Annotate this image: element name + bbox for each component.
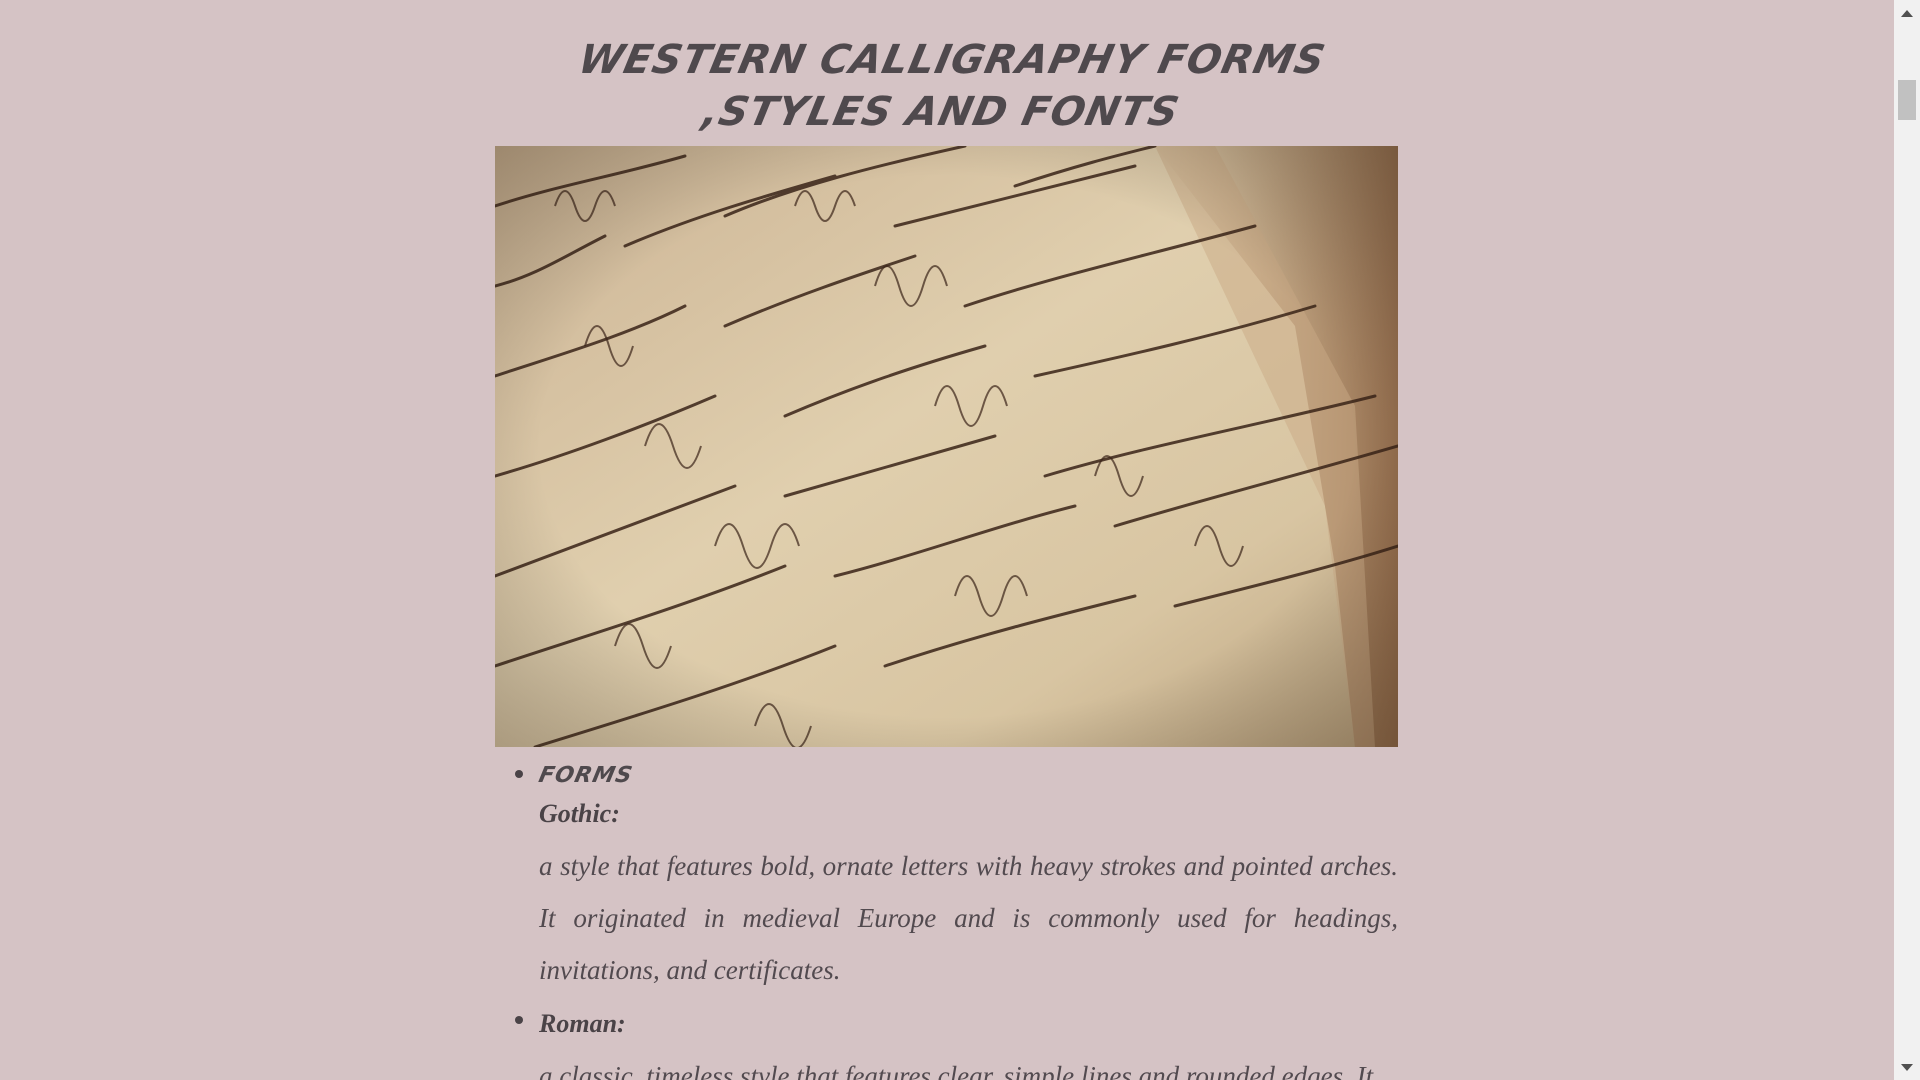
term-label: Roman:: [539, 1009, 626, 1038]
bullet-icon: [515, 1016, 523, 1024]
scroll-thumb[interactable]: [1898, 80, 1916, 120]
page: WESTERN CALLIGRAPHY FORMS ,STYLES AND FO…: [0, 0, 1894, 1080]
term-label: Gothic:: [539, 799, 620, 828]
list-item: FORMS Gothic: a style that features bold…: [515, 758, 1398, 996]
section-heading: FORMS: [536, 763, 636, 788]
sections-list: FORMS Gothic: a style that features bold…: [495, 758, 1398, 1080]
main-content: WESTERN CALLIGRAPHY FORMS ,STYLES AND FO…: [495, 0, 1398, 1080]
handwritten-script-image: [495, 146, 1398, 747]
list-item: Roman: a classic, timeless style that fe…: [515, 1004, 1398, 1080]
bullet-icon: [515, 770, 523, 778]
vertical-scrollbar[interactable]: [1894, 0, 1920, 1080]
arrow-down-icon: [1901, 1063, 1913, 1071]
scroll-up-button[interactable]: [1894, 0, 1920, 26]
arrow-up-icon: [1901, 9, 1913, 17]
page-title: WESTERN CALLIGRAPHY FORMS ,STYLES AND FO…: [574, 37, 1330, 135]
hero-image: [495, 146, 1398, 747]
scroll-down-button[interactable]: [1894, 1054, 1920, 1080]
term-description: a classic, timeless style that features …: [539, 1061, 1374, 1080]
term-description: a style that features bold, ornate lette…: [539, 851, 1398, 985]
